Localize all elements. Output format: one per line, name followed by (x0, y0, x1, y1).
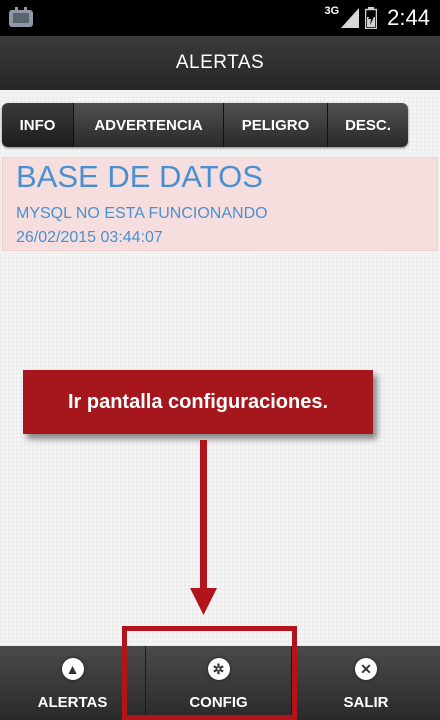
network-type-label: 3G (324, 5, 340, 17)
clock: 2:44 (387, 5, 430, 30)
tab-info[interactable]: INFO (2, 103, 74, 147)
tab-advertencia[interactable]: ADVERTENCIA (74, 103, 224, 147)
tab-info-label: INFO (19, 116, 56, 134)
app-icon (9, 7, 33, 27)
alert-level-tabs: INFO ADVERTENCIA PELIGRO DESC. (2, 103, 408, 147)
nav-salir-button[interactable]: ✕ SALIR (292, 646, 440, 720)
annotation-callout: Ir pantalla configuraciones. (23, 370, 373, 434)
tab-peligro-label: PELIGRO (241, 116, 310, 134)
config-highlight-box (122, 626, 297, 720)
status-bar: 3G 2:44 (0, 0, 440, 36)
warning-icon: ▲ (61, 658, 84, 680)
alert-title: BASE DE DATOS (16, 159, 263, 194)
alert-list-item[interactable]: BASE DE DATOS MYSQL NO ESTA FUNCIONANDO … (2, 157, 438, 251)
tab-desc[interactable]: DESC. (328, 103, 408, 147)
tab-advertencia-label: ADVERTENCIA (94, 116, 203, 134)
tab-peligro[interactable]: PELIGRO (224, 103, 328, 147)
close-icon: ✕ (355, 658, 377, 680)
alert-datetime: 26/02/2015 03:44:07 (16, 229, 163, 246)
nav-salir-label: SALIR (343, 694, 389, 711)
tab-desc-label: DESC. (345, 116, 391, 134)
action-bar: ALERTAS (0, 36, 440, 91)
alert-message: MYSQL NO ESTA FUNCIONANDO (16, 205, 268, 222)
battery-icon (365, 7, 378, 29)
signal-icon (341, 8, 360, 28)
page-title: ALERTAS (175, 52, 265, 73)
annotation-arrow (190, 440, 217, 615)
annotation-text: Ir pantalla configuraciones. (67, 390, 329, 413)
